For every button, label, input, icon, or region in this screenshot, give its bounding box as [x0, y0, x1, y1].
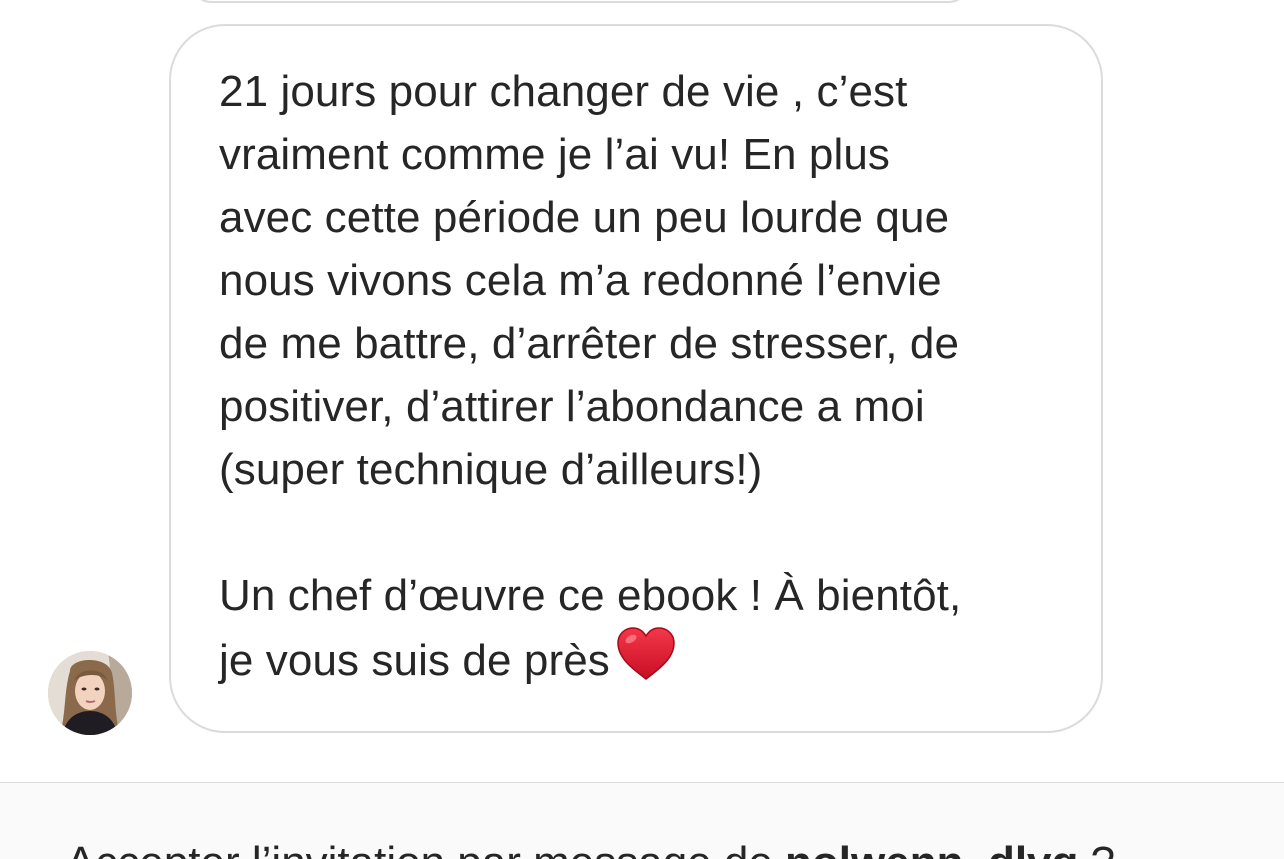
- message-bubble[interactable]: 21 jours pour changer de vie , c’est vra…: [169, 24, 1103, 733]
- invitation-username[interactable]: nolwenn_dlvg: [785, 838, 1078, 859]
- message-paragraph-1: 21 jours pour changer de vie , c’est vra…: [219, 67, 960, 494]
- previous-message-bubble: [190, 0, 970, 3]
- message-paragraph-2-text: Un chef d’œuvre ce ebook ! À bientôt, je…: [219, 571, 962, 685]
- sender-avatar[interactable]: [48, 651, 132, 735]
- invitation-suffix: ?: [1078, 838, 1115, 859]
- invitation-bar: Accepter l’invitation par message de nol…: [0, 782, 1284, 859]
- message-text: 21 jours pour changer de vie , c’est vra…: [219, 60, 1069, 698]
- message-paragraph-2: Un chef d’œuvre ce ebook ! À bientôt, je…: [219, 564, 1069, 698]
- invitation-prompt: Accepter l’invitation par message de nol…: [66, 833, 1115, 859]
- invitation-prefix: Accepter l’invitation par message de: [66, 838, 785, 859]
- heart-emoji-icon: [616, 627, 676, 698]
- profile-photo-icon: [48, 651, 132, 735]
